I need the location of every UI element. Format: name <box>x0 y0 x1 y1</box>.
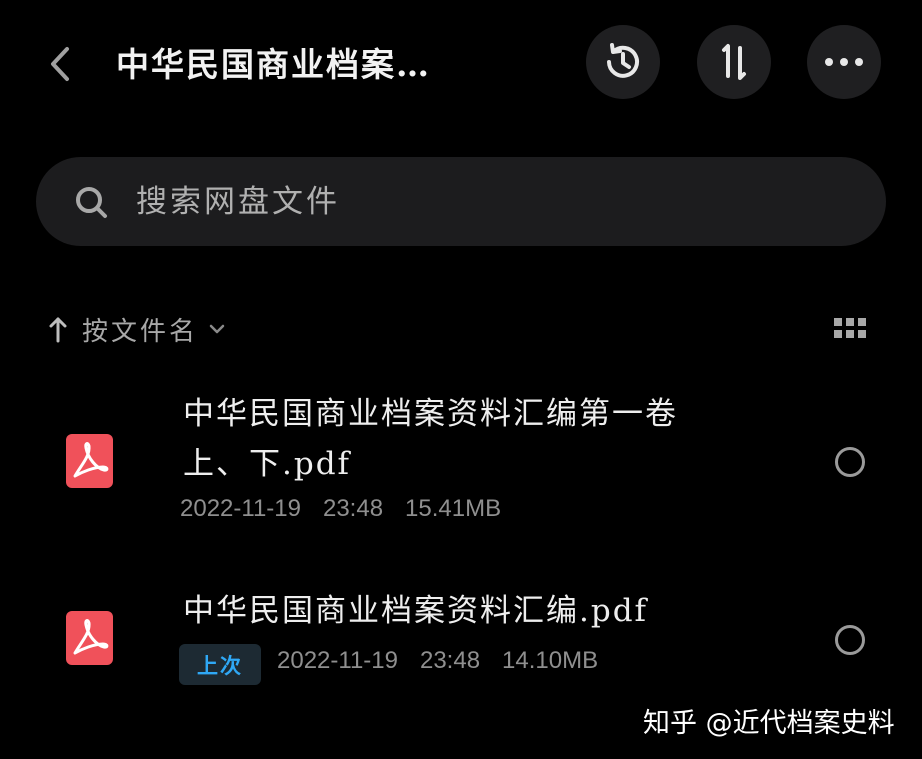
search-icon <box>74 185 108 219</box>
file-time: 23:48 <box>322 495 384 522</box>
grid-view-icon <box>834 318 866 338</box>
file-name: 中华民国商业档案资料汇编.pdf <box>183 593 649 629</box>
file-meta: 2022-11-19 23:48 14.10MB <box>277 647 620 675</box>
sort-selector[interactable]: 按文件名 <box>48 306 226 352</box>
file-meta: 2022-11-19 23:48 15.41MB <box>180 495 523 523</box>
top-bar: 中华民国商业档案… <box>0 0 922 125</box>
more-icon <box>825 58 863 66</box>
file-date: 2022-11-19 <box>277 647 398 674</box>
sort-label: 按文件名 <box>82 316 199 347</box>
select-checkbox[interactable] <box>835 625 865 655</box>
page-title: 中华民国商业档案… <box>116 45 431 84</box>
file-time: 23:48 <box>419 647 481 674</box>
watermark: 知乎 @近代档案史料 <box>643 708 895 739</box>
history-button[interactable] <box>586 25 660 99</box>
search-input[interactable] <box>134 182 818 221</box>
file-date: 2022-11-19 <box>180 495 301 522</box>
back-button[interactable] <box>36 40 84 88</box>
chevron-left-icon <box>51 47 69 81</box>
chevron-down-icon <box>208 323 226 335</box>
sort-order-button[interactable] <box>697 25 771 99</box>
file-name: 中华民国商业档案资料汇编第一卷上、下.pdf <box>183 396 678 482</box>
select-checkbox[interactable] <box>835 447 865 477</box>
file-list-item[interactable]: 中华民国商业档案资料汇编第一卷上、下.pdf 2022-11-19 23:48 15… <box>0 385 922 535</box>
file-size: 14.10MB <box>502 647 599 674</box>
last-opened-badge: 上次 <box>179 644 261 685</box>
grid-view-button[interactable] <box>832 314 868 344</box>
arrow-up-icon <box>49 317 67 343</box>
sort-order-icon <box>722 44 746 80</box>
pdf-file-icon <box>66 434 113 488</box>
history-icon <box>607 43 639 78</box>
file-size: 15.41MB <box>405 495 502 522</box>
pdf-file-icon <box>66 611 113 665</box>
file-list-item[interactable]: 中华民国商业档案资料汇编.pdf 上次 2022-11-19 23:48 14.10… <box>0 578 922 688</box>
search-bar[interactable] <box>36 157 886 246</box>
more-button[interactable] <box>807 25 881 99</box>
